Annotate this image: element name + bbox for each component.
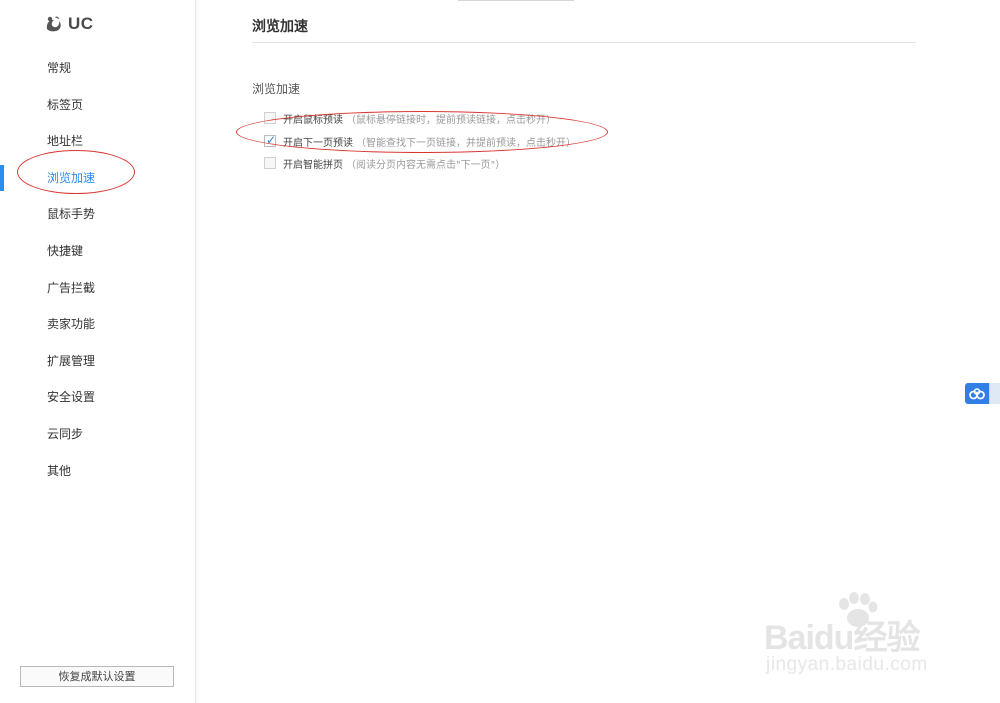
next-page-preread-checkbox[interactable]: ✓ — [264, 133, 277, 147]
option-smart-page-merge[interactable]: 开启智能拼页 （阅读分页内容无需点击"下一页"） — [264, 155, 505, 171]
top-tab-divider — [458, 0, 574, 1]
watermark-brand: Baidu经验 — [764, 619, 920, 657]
section-title: 浏览加速 — [252, 82, 301, 96]
option-label: 开启鼠标预读 — [283, 114, 343, 126]
baidu-cloud-icon — [965, 383, 989, 404]
watermark-url: jingyan.baidu.com — [766, 654, 928, 675]
floating-widget-tab — [989, 383, 1000, 404]
sidebar-item-address-bar[interactable]: 地址栏 — [0, 123, 195, 160]
sidebar-item-security[interactable]: 安全设置 — [0, 379, 195, 416]
page-title: 浏览加速 — [252, 19, 308, 35]
uc-squirrel-logo-icon — [46, 16, 61, 32]
option-mouse-preread[interactable]: 开启鼠标预读 （鼠标悬停链接时，提前预读链接，点击秒开） — [264, 110, 556, 126]
sidebar-item-other[interactable]: 其他 — [0, 453, 195, 490]
smart-page-merge-checkbox[interactable] — [264, 157, 276, 169]
sidebar-item-mouse-gestures[interactable]: 鼠标手势 — [0, 196, 195, 233]
option-description: （阅读分页内容无需点击"下一页"） — [346, 159, 506, 171]
logo-text: UC — [68, 14, 94, 33]
sidebar: UC 常规 标签页 地址栏 浏览加速 鼠标手势 快捷键 广告拦截 卖家功能 扩展… — [0, 0, 196, 703]
sidebar-item-browse-acceleration[interactable]: 浏览加速 — [0, 160, 195, 197]
option-label: 开启下一页预读 — [283, 137, 353, 149]
title-divider — [252, 42, 916, 43]
sidebar-item-extensions[interactable]: 扩展管理 — [0, 343, 195, 380]
settings-window: UC 常规 标签页 地址栏 浏览加速 鼠标手势 快捷键 广告拦截 卖家功能 扩展… — [0, 0, 1000, 703]
uc-logo: UC — [44, 12, 94, 36]
sidebar-item-cloud-sync[interactable]: 云同步 — [0, 416, 195, 453]
sidebar-item-ad-block[interactable]: 广告拦截 — [0, 270, 195, 307]
sidebar-item-seller-features[interactable]: 卖家功能 — [0, 306, 195, 343]
option-description: （鼠标悬停链接时，提前预读链接，点击秒开） — [346, 114, 556, 126]
option-label: 开启智能拼页 — [283, 159, 343, 171]
floating-cloud-widget[interactable] — [965, 383, 1000, 404]
sidebar-item-shortcuts[interactable]: 快捷键 — [0, 233, 195, 270]
sidebar-item-tabs[interactable]: 标签页 — [0, 87, 195, 124]
option-next-page-preread[interactable]: ✓ 开启下一页预读 （智能查找下一页链接，并提前预读，点击秒开） — [264, 133, 576, 149]
option-description: （智能查找下一页链接，并提前预读，点击秒开） — [356, 137, 576, 149]
restore-defaults-button[interactable]: 恢复成默认设置 — [20, 666, 174, 687]
settings-nav: 常规 标签页 地址栏 浏览加速 鼠标手势 快捷键 广告拦截 卖家功能 扩展管理 … — [0, 50, 195, 489]
baidu-jingyan-watermark: Baidu经验 jingyan.baidu.com — [764, 592, 954, 684]
check-icon: ✓ — [266, 133, 277, 147]
sidebar-item-general[interactable]: 常规 — [0, 50, 195, 87]
mouse-preread-checkbox[interactable] — [264, 112, 276, 124]
